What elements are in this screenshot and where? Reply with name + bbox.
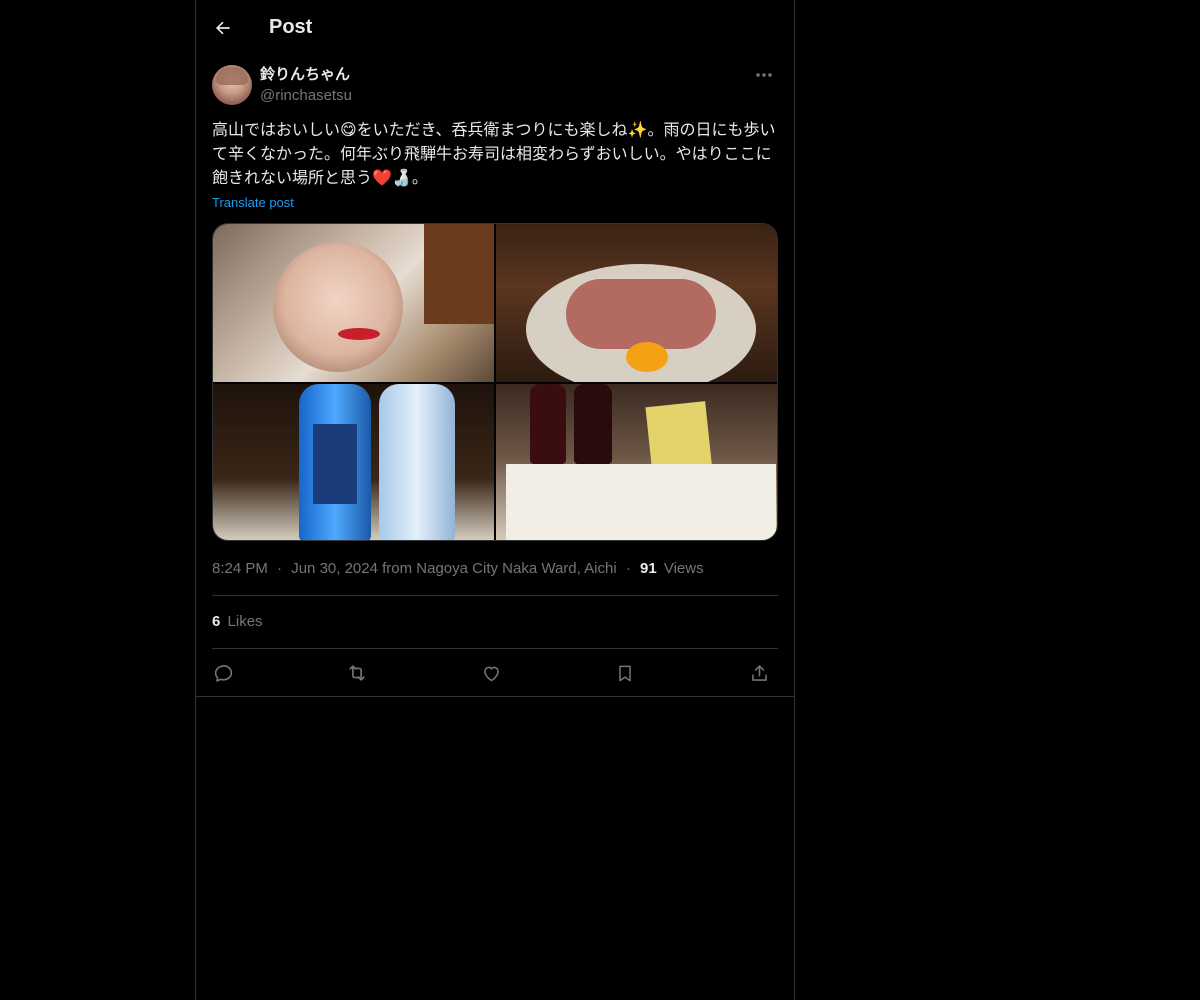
heart-icon — [483, 666, 499, 681]
repost-button[interactable] — [342, 658, 372, 688]
likes-label: Likes — [227, 613, 263, 630]
reply-button[interactable] — [208, 658, 238, 688]
back-button[interactable] — [206, 11, 240, 45]
post-date-location[interactable]: Jun 30, 2024 from Nagoya City Naka Ward,… — [291, 560, 616, 577]
photo-dark-bottle-1 — [530, 384, 566, 464]
translate-post-link[interactable]: Translate post — [212, 194, 294, 212]
likes-count: 6 — [212, 613, 221, 630]
arrow-left-icon — [215, 21, 230, 35]
divider — [212, 595, 778, 596]
bookmark-icon — [619, 665, 631, 681]
photo-dark-bottle-2 — [574, 384, 612, 464]
avatar[interactable] — [212, 65, 252, 105]
post-column: Post 鈴りんちゃん @rinchasetsu 高山ではおいしい😋をいただき、… — [195, 0, 795, 1000]
share-icon — [751, 664, 767, 681]
views-label: Views — [663, 560, 704, 577]
photo-selfie[interactable] — [213, 224, 494, 382]
author-handle[interactable]: @rinchasetsu — [260, 86, 352, 106]
more-icon — [756, 73, 772, 77]
more-options-button[interactable] — [750, 64, 778, 86]
author-display-name[interactable]: 鈴りんちゃん — [260, 65, 350, 85]
photo-shelf — [424, 224, 494, 324]
meta-separator: · — [625, 560, 631, 577]
photo-sake-tasting[interactable] — [496, 384, 777, 540]
author-row: 鈴りんちゃん @rinchasetsu — [212, 64, 778, 108]
photo-placemat — [506, 464, 776, 540]
meta-separator: · — [277, 560, 283, 577]
post-time[interactable]: 8:24 PM — [212, 560, 268, 577]
bookmark-button[interactable] — [610, 658, 640, 688]
divider — [212, 648, 778, 649]
share-button[interactable] — [744, 658, 774, 688]
photo-beef — [566, 279, 716, 349]
photo-bottle-label — [313, 424, 357, 504]
reply-icon — [214, 664, 232, 682]
divider — [196, 696, 794, 697]
action-bar — [212, 658, 778, 688]
media-grid — [212, 223, 778, 541]
post-meta: 8:24 PM · Jun 30, 2024 from Nagoya City … — [212, 559, 704, 579]
repost-icon — [349, 665, 365, 681]
like-button[interactable] — [476, 658, 506, 688]
photo-face — [273, 242, 403, 372]
page-title: Post — [269, 16, 313, 38]
avatar-hair — [216, 67, 248, 85]
tweet-text: 高山ではおいしい😋をいただき、呑兵衛まつりにも楽しね✨。雨の日にも歩いて辛くなか… — [212, 122, 776, 187]
photo-sushi[interactable] — [496, 224, 777, 382]
post-header: Post — [196, 0, 794, 54]
photo-yolk — [626, 342, 668, 372]
photo-clear-bottle — [379, 384, 455, 540]
likes-row[interactable]: 6 Likes — [212, 612, 263, 632]
photo-sake-bottles[interactable] — [213, 384, 494, 540]
photo-lips — [338, 328, 380, 340]
views-count: 91 — [640, 560, 657, 577]
